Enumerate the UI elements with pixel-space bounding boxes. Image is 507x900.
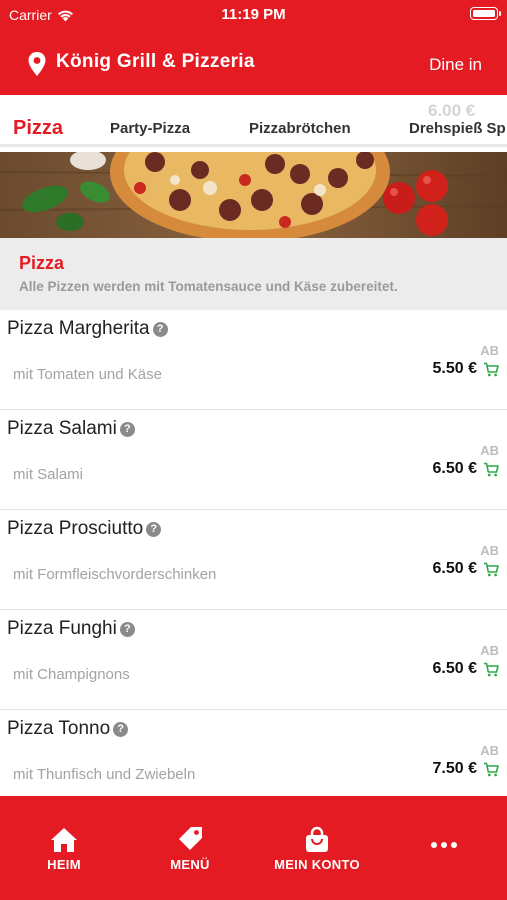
item-description: mit Tomaten und Käse	[13, 366, 162, 383]
price-row: 6.50 €	[433, 560, 499, 578]
item-name-label: Pizza Funghi	[7, 618, 117, 639]
item-description: mit Champignons	[13, 666, 130, 683]
menu-item[interactable]: Pizza Margherita ? mit Tomaten und Käse …	[0, 310, 507, 410]
nav-account-label: MEIN KONTO	[274, 857, 360, 872]
price-row: 5.50 €	[433, 360, 499, 378]
category-tabs: 6.00 € Pizza Party-Pizza Pizzabrötchen D…	[0, 95, 507, 147]
cart-icon[interactable]	[483, 362, 499, 377]
location-pin-icon	[28, 52, 46, 76]
item-description: mit Formfleischvorderschinken	[13, 566, 217, 583]
menu-item[interactable]: Pizza Salami ? mit Salami AB 6.50 €	[0, 410, 507, 510]
category-header: Pizza Alle Pizzen werden mit Tomatensauc…	[0, 238, 507, 310]
tag-icon	[179, 827, 202, 850]
item-name: Pizza Funghi ?	[7, 618, 135, 640]
category-banner-image	[0, 152, 507, 238]
item-price: 6.50 €	[432, 660, 477, 677]
store-header: König Grill & Pizzeria Dine in	[0, 38, 507, 90]
tab-drehspiess[interactable]: Drehspieß Sp	[409, 120, 506, 137]
item-name: Pizza Tonno ?	[7, 718, 129, 740]
item-name: Pizza Prosciutto ?	[7, 518, 162, 540]
price-row: 6.50 €	[433, 660, 499, 678]
status-time: 11:19 PM	[221, 6, 286, 23]
category-description: Alle Pizzen werden mit Tomatensauce und …	[19, 279, 398, 294]
ghost-price: 6.00 €	[428, 101, 476, 120]
info-icon[interactable]: ?	[146, 521, 162, 537]
nav-home-label: HEIM	[47, 857, 81, 872]
price-prefix: AB	[480, 343, 499, 358]
more-icon	[431, 842, 457, 848]
item-price: 5.50 €	[432, 360, 477, 377]
price-row: 7.50 €	[433, 760, 499, 778]
battery-icon	[470, 7, 501, 20]
tab-party-pizza[interactable]: Party-Pizza	[110, 120, 190, 137]
shopping-bag-icon	[306, 826, 328, 852]
item-name-label: Pizza Margherita	[7, 318, 150, 339]
item-name-label: Pizza Prosciutto	[7, 518, 144, 539]
price-prefix: AB	[480, 543, 499, 558]
top-bar: Carrier 11:19 PM König Grill & Pizzeria …	[0, 0, 507, 95]
item-price: 6.50 €	[432, 460, 477, 477]
tab-pizzabroetchen[interactable]: Pizzabrötchen	[249, 120, 351, 137]
info-icon[interactable]: ?	[152, 321, 168, 337]
info-icon[interactable]: ?	[119, 621, 135, 637]
item-name: Pizza Salami ?	[7, 418, 135, 440]
nav-more[interactable]	[424, 841, 464, 849]
item-description: mit Salami	[13, 466, 84, 483]
nav-account[interactable]: MEIN KONTO	[268, 826, 366, 872]
nav-home[interactable]: HEIM	[34, 826, 94, 872]
price-row: 6.50 €	[433, 460, 499, 478]
store-name[interactable]: König Grill & Pizzeria	[56, 51, 255, 73]
dine-in-toggle[interactable]: Dine in	[429, 55, 482, 75]
item-name-label: Pizza Tonno	[7, 718, 111, 739]
nav-menu-label: MENÜ	[170, 857, 210, 872]
item-price: 7.50 €	[432, 760, 477, 777]
cart-icon[interactable]	[483, 462, 499, 477]
category-title: Pizza	[19, 253, 65, 273]
menu-item[interactable]: Pizza Prosciutto ? mit Formfleischvorder…	[0, 510, 507, 610]
nav-menu[interactable]: MENÜ	[160, 826, 220, 872]
menu-item[interactable]: Pizza Tonno ? mit Thunfisch und Zwiebeln…	[0, 710, 507, 810]
home-icon	[51, 828, 77, 852]
cart-icon[interactable]	[483, 662, 499, 677]
item-description: mit Thunfisch und Zwiebeln	[13, 766, 196, 783]
cart-icon[interactable]	[483, 762, 499, 777]
item-price: 6.50 €	[432, 560, 477, 577]
item-name-label: Pizza Salami	[7, 418, 117, 439]
price-prefix: AB	[480, 743, 499, 758]
status-bar: Carrier 11:19 PM	[0, 0, 507, 30]
info-icon[interactable]: ?	[113, 721, 129, 737]
item-name: Pizza Margherita ?	[7, 318, 168, 340]
bottom-nav: HEIM MENÜ MEIN KONTO	[0, 796, 507, 900]
price-prefix: AB	[480, 643, 499, 658]
cart-icon[interactable]	[483, 562, 499, 577]
price-prefix: AB	[480, 443, 499, 458]
info-icon[interactable]: ?	[119, 421, 135, 437]
tab-pizza[interactable]: Pizza	[13, 117, 63, 140]
menu-item[interactable]: Pizza Funghi ? mit Champignons AB 6.50 €	[0, 610, 507, 710]
